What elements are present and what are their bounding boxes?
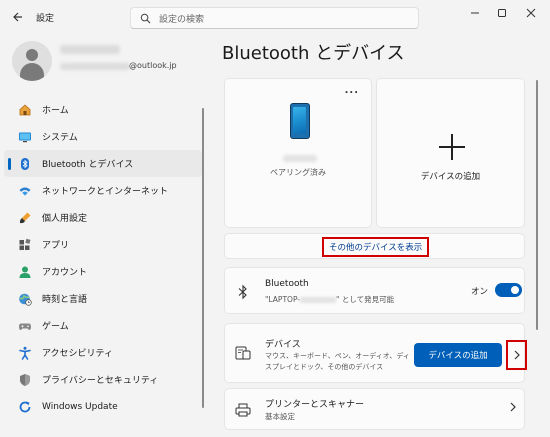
back-arrow-icon[interactable]	[10, 10, 24, 24]
apps-icon	[17, 237, 33, 253]
sidebar-item-label: ゲーム	[42, 322, 69, 332]
sidebar-item-label: アカウント	[42, 268, 88, 278]
printers-subtitle: 基本設定	[265, 412, 295, 421]
sidebar-item-time-language[interactable]: 時刻と言語	[4, 285, 202, 312]
add-device-button[interactable]: デバイスの追加	[414, 343, 502, 367]
bluetooth-subtitle: "LAPTOP- " として発見可能	[265, 294, 394, 305]
devices-row[interactable]: デバイス マウス、キーボード、ペン、オーディオ、ディスプレイとドック、その他のデ…	[224, 323, 527, 383]
sidebar-item-label: システム	[42, 133, 78, 143]
bluetooth-sub-suffix: " として発見可能	[336, 295, 395, 304]
home-icon	[17, 102, 33, 118]
title-bar: 設定 設定の検索	[0, 0, 550, 34]
sidebar-item-label: アプリ	[42, 241, 70, 251]
sidebar-item-network[interactable]: ネットワークとインターネット	[4, 177, 202, 204]
show-more-devices-link[interactable]: その他のデバイスを表示	[322, 237, 430, 257]
computer-name-redacted	[300, 297, 337, 303]
active-indicator	[8, 158, 11, 170]
bluetooth-sub-prefix: "LAPTOP-	[265, 295, 301, 304]
bluetooth-title: Bluetooth	[265, 279, 309, 289]
devices-title: デバイス	[265, 340, 301, 350]
page-title: Bluetooth とデバイス	[222, 43, 405, 64]
account-icon	[17, 264, 33, 280]
avatar-head	[26, 49, 38, 61]
bluetooth-state-label: オン	[471, 287, 489, 297]
sidebar-item-personalization[interactable]: 個人用設定	[4, 204, 202, 231]
sidebar-item-bluetooth[interactable]: Bluetooth とデバイス	[4, 150, 202, 177]
avatar[interactable]	[12, 41, 52, 81]
gamepad-icon	[17, 318, 33, 334]
sidebar-item-home[interactable]: ホーム	[4, 96, 202, 123]
more-options-button[interactable]: ...	[345, 85, 359, 96]
show-more-devices-bar: その他のデバイスを表示	[224, 233, 525, 259]
sidebar-item-apps[interactable]: アプリ	[4, 231, 202, 258]
update-icon	[17, 399, 33, 415]
brush-icon	[17, 210, 33, 226]
profile-email-domain: @outlook.jp	[129, 61, 177, 70]
sidebar-item-label: 時刻と言語	[42, 295, 88, 305]
paired-device-tile[interactable]: ... ペアリング済み	[224, 78, 372, 228]
bluetooth-icon	[238, 284, 247, 300]
search-input[interactable]: 設定の検索	[130, 7, 419, 29]
device-name-redacted	[283, 155, 317, 162]
window-title: 設定	[36, 14, 55, 24]
sidebar-item-privacy[interactable]: プライバシーとセキュリティ	[4, 366, 202, 393]
printers-title: プリンターとスキャナー	[265, 400, 365, 410]
system-icon	[17, 129, 33, 145]
chevron-right-icon	[510, 402, 516, 412]
sidebar-item-gaming[interactable]: ゲーム	[4, 312, 202, 339]
device-status: ペアリング済み	[270, 168, 326, 177]
search-placeholder: 設定の検索	[159, 15, 205, 25]
devices-expand-button[interactable]	[506, 340, 527, 370]
close-button[interactable]	[516, 4, 546, 22]
sidebar-item-label: Bluetooth とデバイス	[42, 160, 134, 170]
sidebar-item-windows-update[interactable]: Windows Update	[4, 393, 202, 420]
printers-row[interactable]: プリンターとスキャナー 基本設定	[224, 388, 525, 430]
profile-name-redacted	[60, 45, 120, 54]
search-icon	[140, 13, 151, 24]
maximize-button[interactable]	[487, 4, 517, 22]
accessibility-icon	[17, 345, 33, 361]
sidebar-item-label: プライバシーとセキュリティ	[42, 376, 159, 386]
bluetooth-row: Bluetooth "LAPTOP- " として発見可能 オン	[224, 267, 525, 314]
globe-clock-icon	[17, 291, 33, 307]
sidebar-item-accessibility[interactable]: アクセシビリティ	[4, 339, 202, 366]
bluetooth-icon	[17, 156, 33, 172]
shield-icon	[17, 372, 33, 388]
sidebar-nav: ホーム システム Bluetooth とデバイス ネットワークとインターネット …	[4, 96, 202, 420]
bluetooth-toggle[interactable]	[495, 283, 522, 297]
phone-icon	[290, 103, 310, 139]
sidebar-item-label: ネットワークとインターネット	[42, 187, 169, 197]
sidebar-scrollbar[interactable]	[202, 108, 204, 408]
printer-icon	[235, 403, 251, 417]
minimize-button[interactable]	[460, 4, 490, 22]
add-device-tile-label: デバイスの追加	[420, 172, 481, 182]
sidebar-item-system[interactable]: システム	[4, 123, 202, 150]
profile-email-redacted	[60, 63, 130, 70]
chevron-right-icon	[514, 350, 520, 360]
sidebar-item-label: Windows Update	[42, 401, 118, 412]
devices-icon	[235, 346, 251, 360]
sidebar-item-label: 個人用設定	[42, 214, 88, 224]
devices-description: マウス、キーボード、ペン、オーディオ、ディスプレイとドック、その他のデバイス	[265, 352, 410, 371]
avatar-body	[20, 63, 44, 81]
plus-icon	[439, 134, 465, 160]
sidebar-item-label: アクセシビリティ	[42, 349, 114, 359]
sidebar-item-label: ホーム	[42, 106, 69, 116]
add-device-tile[interactable]: デバイスの追加	[376, 78, 525, 228]
main-scrollbar[interactable]	[536, 80, 538, 330]
sidebar-item-accounts[interactable]: アカウント	[4, 258, 202, 285]
wifi-icon	[17, 183, 33, 199]
